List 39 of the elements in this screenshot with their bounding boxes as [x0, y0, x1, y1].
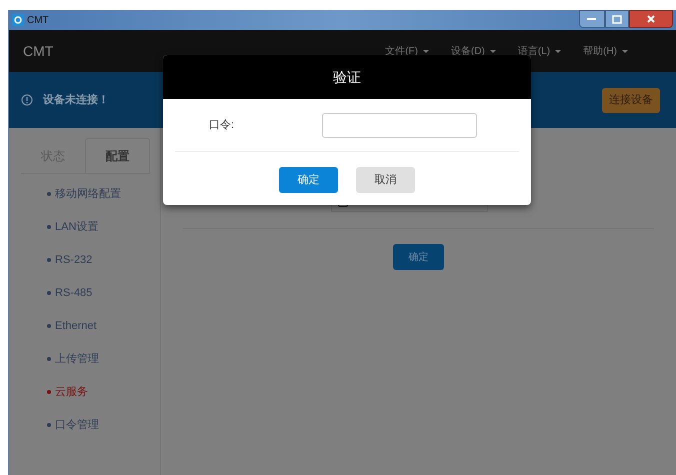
connect-button[interactable]: 连接设备: [602, 88, 660, 112]
sidebar-item[interactable]: 移动网络配置: [47, 185, 160, 203]
cancel-button[interactable]: 取消: [356, 167, 415, 193]
window-title: CMT: [27, 14, 49, 28]
maximize-icon: [612, 14, 622, 24]
bullet-icon: [47, 357, 51, 361]
brand-title: CMT: [23, 42, 54, 60]
ok-button[interactable]: 确定: [279, 167, 338, 193]
password-field[interactable]: [322, 112, 477, 138]
tab[interactable]: 配置: [84, 138, 150, 173]
caret-icon: [555, 50, 562, 52]
app-icon: [12, 14, 24, 26]
info-icon: [21, 94, 33, 106]
bullet-icon: [47, 390, 51, 394]
minimize-icon: [587, 17, 597, 21]
sidebar-item[interactable]: 上传管理: [47, 350, 160, 368]
sidebar-item[interactable]: RS-485: [47, 284, 160, 302]
bullet-icon: [47, 258, 51, 262]
dialog-title: 验证: [333, 68, 361, 86]
sidebar-item[interactable]: LAN设置: [47, 218, 160, 236]
alert-message: 设备未连接！: [43, 92, 109, 108]
bullet-icon: [47, 192, 51, 196]
close-button[interactable]: [629, 10, 673, 28]
confirm-button[interactable]: 确定: [393, 244, 444, 270]
bullet-icon: [47, 423, 51, 427]
sidebar-item[interactable]: 云服务: [47, 383, 160, 401]
maximize-button[interactable]: [605, 10, 629, 28]
close-icon: [646, 14, 656, 24]
field-label: 口令:: [209, 118, 236, 133]
minimize-button[interactable]: [579, 10, 605, 28]
bullet-icon: [47, 225, 51, 229]
sidebar-item[interactable]: 口令管理: [47, 416, 160, 434]
caret-icon: [622, 50, 628, 52]
bullet-icon: [47, 324, 51, 328]
bullet-icon: [47, 291, 51, 295]
menu-item[interactable]: 帮助(H): [583, 44, 628, 58]
sidebar-item[interactable]: RS-232: [47, 251, 160, 269]
sidebar-item[interactable]: Ethernet: [47, 317, 160, 335]
menu-item[interactable]: 语言(L): [518, 44, 562, 58]
